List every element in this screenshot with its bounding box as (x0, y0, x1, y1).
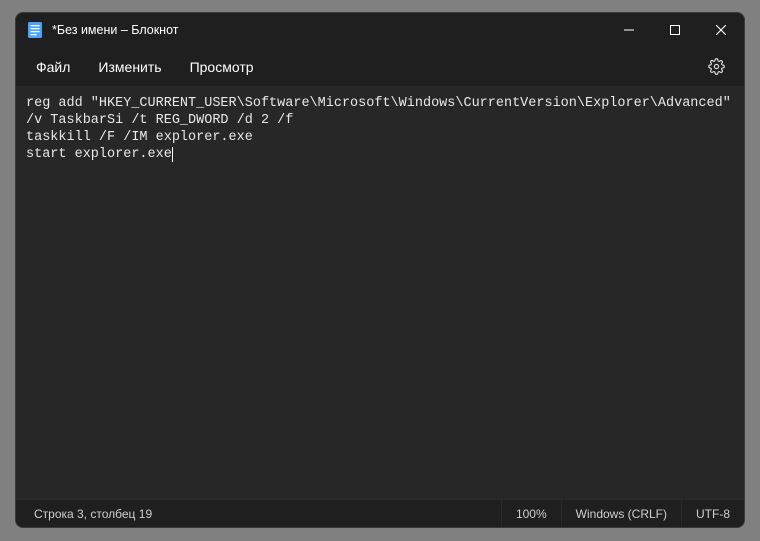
minimize-button[interactable] (606, 13, 652, 47)
menu-edit[interactable]: Изменить (84, 53, 175, 81)
menu-view[interactable]: Просмотр (176, 53, 268, 81)
notepad-icon (28, 22, 42, 38)
menubar: Файл Изменить Просмотр (16, 47, 744, 87)
editor-content: reg add "HKEY_CURRENT_USER\Software\Micr… (26, 96, 739, 162)
settings-button[interactable] (698, 49, 734, 85)
status-encoding[interactable]: UTF-8 (681, 500, 744, 527)
close-button[interactable] (698, 13, 744, 47)
window-title: *Без имени – Блокнот (52, 23, 178, 37)
maximize-button[interactable] (652, 13, 698, 47)
text-cursor (172, 147, 173, 162)
notepad-window: *Без имени – Блокнот Файл Изменить Просм… (15, 12, 745, 528)
status-zoom[interactable]: 100% (501, 500, 561, 527)
text-editor[interactable]: reg add "HKEY_CURRENT_USER\Software\Micr… (16, 87, 744, 499)
status-line-ending[interactable]: Windows (CRLF) (561, 500, 681, 527)
titlebar[interactable]: *Без имени – Блокнот (16, 13, 744, 47)
status-position: Строка 3, столбец 19 (16, 500, 166, 527)
statusbar: Строка 3, столбец 19 100% Windows (CRLF)… (16, 499, 744, 527)
menu-file[interactable]: Файл (22, 53, 84, 81)
